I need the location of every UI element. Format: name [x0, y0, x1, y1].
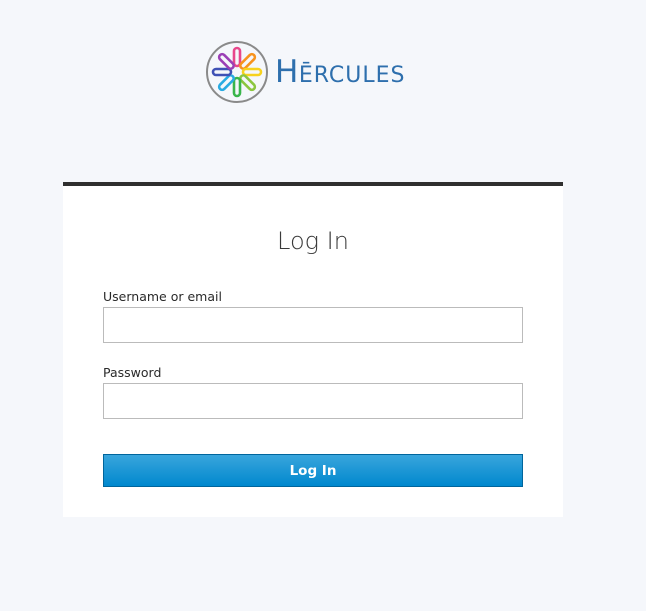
login-button[interactable]: Log In	[103, 454, 523, 487]
brand-name-initial: H	[275, 53, 299, 90]
login-title: Log In	[277, 227, 349, 255]
username-label: Username or email	[103, 289, 222, 304]
brand-name-rest: ĒRCULES	[298, 62, 406, 88]
login-card: Log In Username or email Password Log In	[63, 182, 563, 517]
password-input[interactable]	[103, 383, 523, 419]
brand-name: H ĒRCULES	[275, 53, 406, 90]
username-input[interactable]	[103, 307, 523, 343]
password-label: Password	[103, 365, 162, 380]
hercules-rainbow-star-icon	[206, 41, 268, 103]
brand-logo: H ĒRCULES	[205, 40, 406, 104]
